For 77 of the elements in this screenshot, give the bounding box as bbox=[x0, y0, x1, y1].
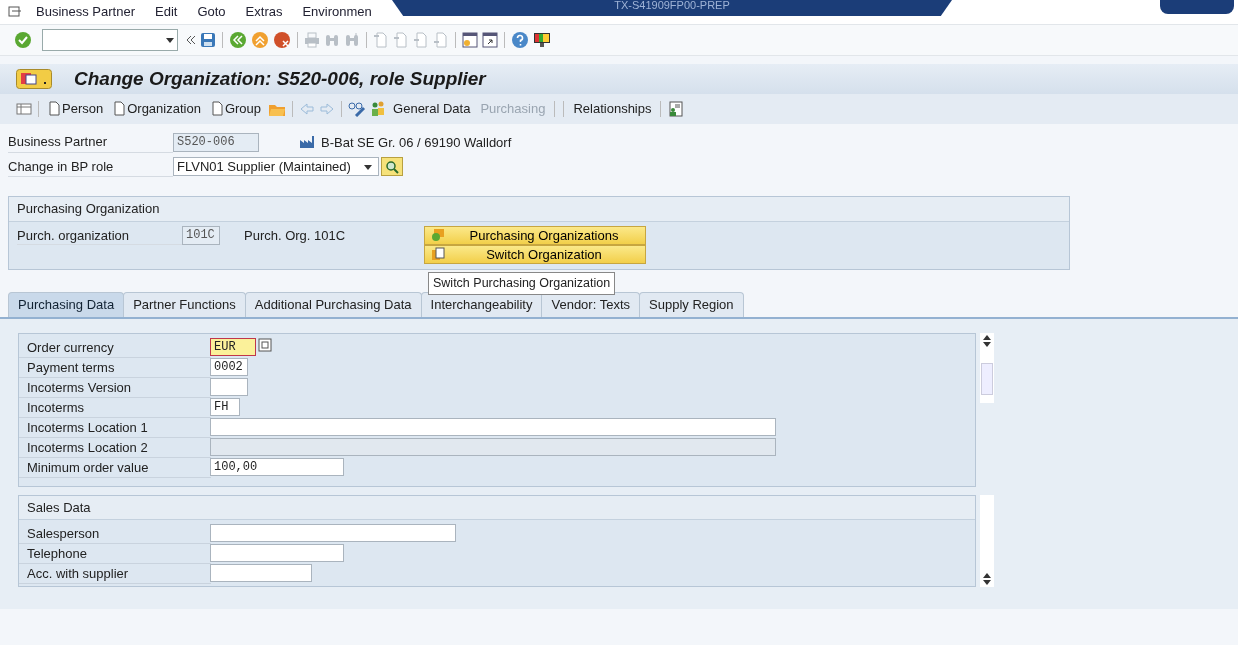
tab[interactable]: Supply Region bbox=[639, 292, 744, 317]
input-field[interactable] bbox=[210, 377, 248, 396]
monitor-icon[interactable] bbox=[533, 31, 551, 49]
page-icon bbox=[373, 32, 389, 48]
group-header: Purchasing Organization bbox=[9, 197, 1069, 222]
input-field[interactable]: 0002 bbox=[210, 357, 248, 376]
help-icon[interactable] bbox=[511, 31, 529, 49]
group-header: Sales Data bbox=[19, 495, 975, 520]
back-icon[interactable] bbox=[229, 31, 247, 49]
collapse-icon[interactable] bbox=[186, 34, 196, 46]
menu-icon[interactable] bbox=[16, 69, 52, 89]
binoculars-icon bbox=[324, 32, 340, 48]
purch-org-field: 101C bbox=[182, 225, 220, 245]
document-icon[interactable] bbox=[113, 101, 126, 117]
cancel-icon[interactable] bbox=[273, 31, 291, 49]
list-icon[interactable] bbox=[16, 102, 32, 116]
menu-item[interactable]: Business Partner bbox=[26, 0, 145, 25]
document-icon[interactable] bbox=[210, 101, 223, 117]
dropdown-icon[interactable] bbox=[165, 36, 175, 44]
toolbar-button[interactable]: General Data bbox=[388, 97, 476, 121]
page-icon bbox=[433, 32, 449, 48]
magnifier-icon bbox=[385, 159, 399, 174]
purch-org-description: Purch. Org. 101C bbox=[244, 226, 347, 245]
window-controls[interactable] bbox=[1160, 0, 1234, 14]
exit-icon[interactable] bbox=[251, 31, 269, 49]
arrow-right-icon bbox=[319, 102, 336, 116]
page-icon bbox=[393, 32, 409, 48]
search-button[interactable] bbox=[381, 157, 403, 177]
page-icon bbox=[413, 32, 429, 48]
scroll-thumb[interactable] bbox=[981, 362, 993, 395]
window-icon[interactable] bbox=[462, 32, 478, 48]
people-icon[interactable] bbox=[370, 101, 387, 117]
shortcut-icon[interactable] bbox=[482, 32, 498, 48]
field-label: Change in BP role bbox=[8, 156, 173, 177]
binoculars-icon bbox=[344, 32, 360, 48]
command-field[interactable] bbox=[42, 29, 178, 51]
scroll-down-icon[interactable] bbox=[982, 340, 992, 349]
input-field[interactable]: FH bbox=[210, 397, 240, 416]
tab[interactable]: Partner Functions bbox=[123, 292, 246, 317]
input-field[interactable]: 100,00 bbox=[210, 457, 344, 476]
menu-item[interactable]: Environmen bbox=[292, 0, 382, 25]
input-field[interactable] bbox=[210, 524, 456, 542]
session-title: TX-S41909FP00-PREP bbox=[614, 0, 730, 13]
save-icon[interactable] bbox=[200, 32, 216, 48]
arrow-left-icon bbox=[299, 102, 316, 116]
input-field[interactable] bbox=[210, 564, 312, 582]
menu-item[interactable]: Extras bbox=[235, 0, 293, 25]
field-label: Purch. organization bbox=[17, 225, 182, 245]
business-partner-field: S520-006 bbox=[173, 132, 259, 152]
partner-description: B-Bat SE Gr. 06 / 69190 Walldorf bbox=[321, 133, 512, 152]
toolbar-button[interactable]: Group bbox=[205, 97, 267, 121]
input-field[interactable]: EUR bbox=[210, 337, 256, 356]
menu-icon[interactable] bbox=[8, 6, 22, 18]
glasses-pencil-icon[interactable] bbox=[348, 101, 367, 117]
toolbar-button[interactable]: Organization bbox=[108, 97, 206, 121]
tab[interactable]: Additional Purchasing Data bbox=[244, 292, 422, 317]
field-label: Business Partner bbox=[8, 132, 173, 153]
toolbar-button[interactable]: Purchasing Organizations bbox=[424, 225, 646, 245]
print-icon bbox=[304, 32, 320, 48]
page-icon bbox=[431, 247, 445, 261]
factory-icon bbox=[299, 135, 315, 150]
role-dropdown[interactable]: FLVN01 Supplier (Maintained) bbox=[173, 157, 379, 177]
tooltip: Switch Purchasing Organization bbox=[428, 272, 616, 295]
tab[interactable]: Purchasing Data bbox=[8, 292, 125, 317]
toolbar-button[interactable]: Person bbox=[43, 97, 109, 121]
scroll-down-icon[interactable] bbox=[982, 578, 992, 587]
person-card-icon[interactable] bbox=[667, 101, 684, 117]
menu-item[interactable]: Edit bbox=[145, 0, 188, 25]
dropdown-icon[interactable] bbox=[363, 162, 373, 171]
copy-icon[interactable] bbox=[258, 337, 272, 352]
document-icon[interactable] bbox=[48, 101, 60, 117]
screen-title: Change Organization: S520-006, role Supplier bbox=[74, 66, 486, 91]
input-field[interactable] bbox=[210, 544, 344, 562]
toolbar-button[interactable]: Relationships bbox=[568, 97, 657, 121]
menu-item[interactable]: Goto bbox=[187, 0, 236, 25]
check-icon[interactable] bbox=[14, 31, 32, 49]
input-field[interactable] bbox=[210, 417, 776, 436]
